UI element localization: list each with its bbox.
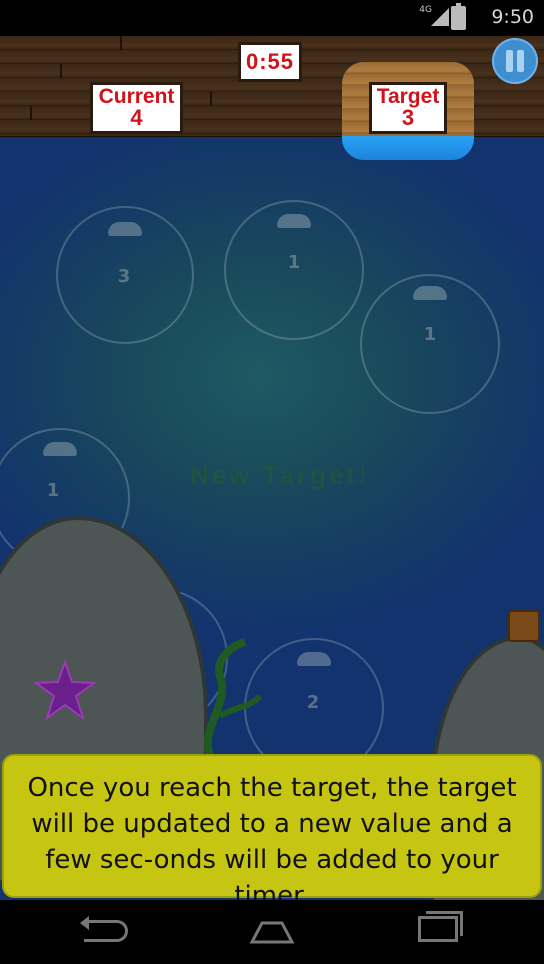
bubble-number: 1 bbox=[46, 480, 60, 501]
recent-apps-icon[interactable] bbox=[418, 911, 463, 942]
pause-icon[interactable] bbox=[492, 38, 538, 84]
new-target-message: New Target! bbox=[190, 460, 370, 490]
navigation-bar bbox=[0, 900, 544, 964]
status-time: 9:50 bbox=[491, 6, 534, 28]
home-icon[interactable] bbox=[248, 920, 296, 944]
bubble[interactable]: 1 bbox=[360, 274, 500, 414]
current-label: Current bbox=[98, 85, 175, 108]
barrel-icon bbox=[508, 610, 540, 642]
current-score-box: Current 4 bbox=[90, 82, 183, 134]
bubble-number: 3 bbox=[117, 266, 131, 287]
game-area[interactable]: 0:55 Current 4 Target 3 3 1 1 1 1 2 New … bbox=[0, 36, 544, 900]
battery-icon bbox=[451, 3, 466, 30]
bubble-number: 1 bbox=[287, 252, 301, 273]
bubble[interactable]: 3 bbox=[56, 206, 194, 344]
tutorial-tip[interactable]: Once you reach the target, the target wi… bbox=[2, 754, 542, 900]
status-bar: 4G 9:50 bbox=[0, 0, 544, 36]
current-value: 4 bbox=[130, 105, 143, 130]
bubble-number: 1 bbox=[423, 324, 437, 345]
seaweed-icon bbox=[204, 638, 263, 756]
signal-icon bbox=[431, 8, 449, 26]
target-score-box: Target 3 bbox=[369, 82, 447, 134]
target-label: Target bbox=[376, 85, 440, 108]
back-icon[interactable] bbox=[80, 916, 128, 942]
starfish-icon bbox=[34, 660, 96, 721]
timer-display: 0:55 bbox=[238, 42, 302, 82]
bubble[interactable]: 1 bbox=[224, 200, 364, 340]
target-value: 3 bbox=[401, 105, 415, 130]
tutorial-message: Once you reach the target, the target wi… bbox=[27, 773, 517, 900]
timer-value: 0:55 bbox=[245, 49, 295, 74]
